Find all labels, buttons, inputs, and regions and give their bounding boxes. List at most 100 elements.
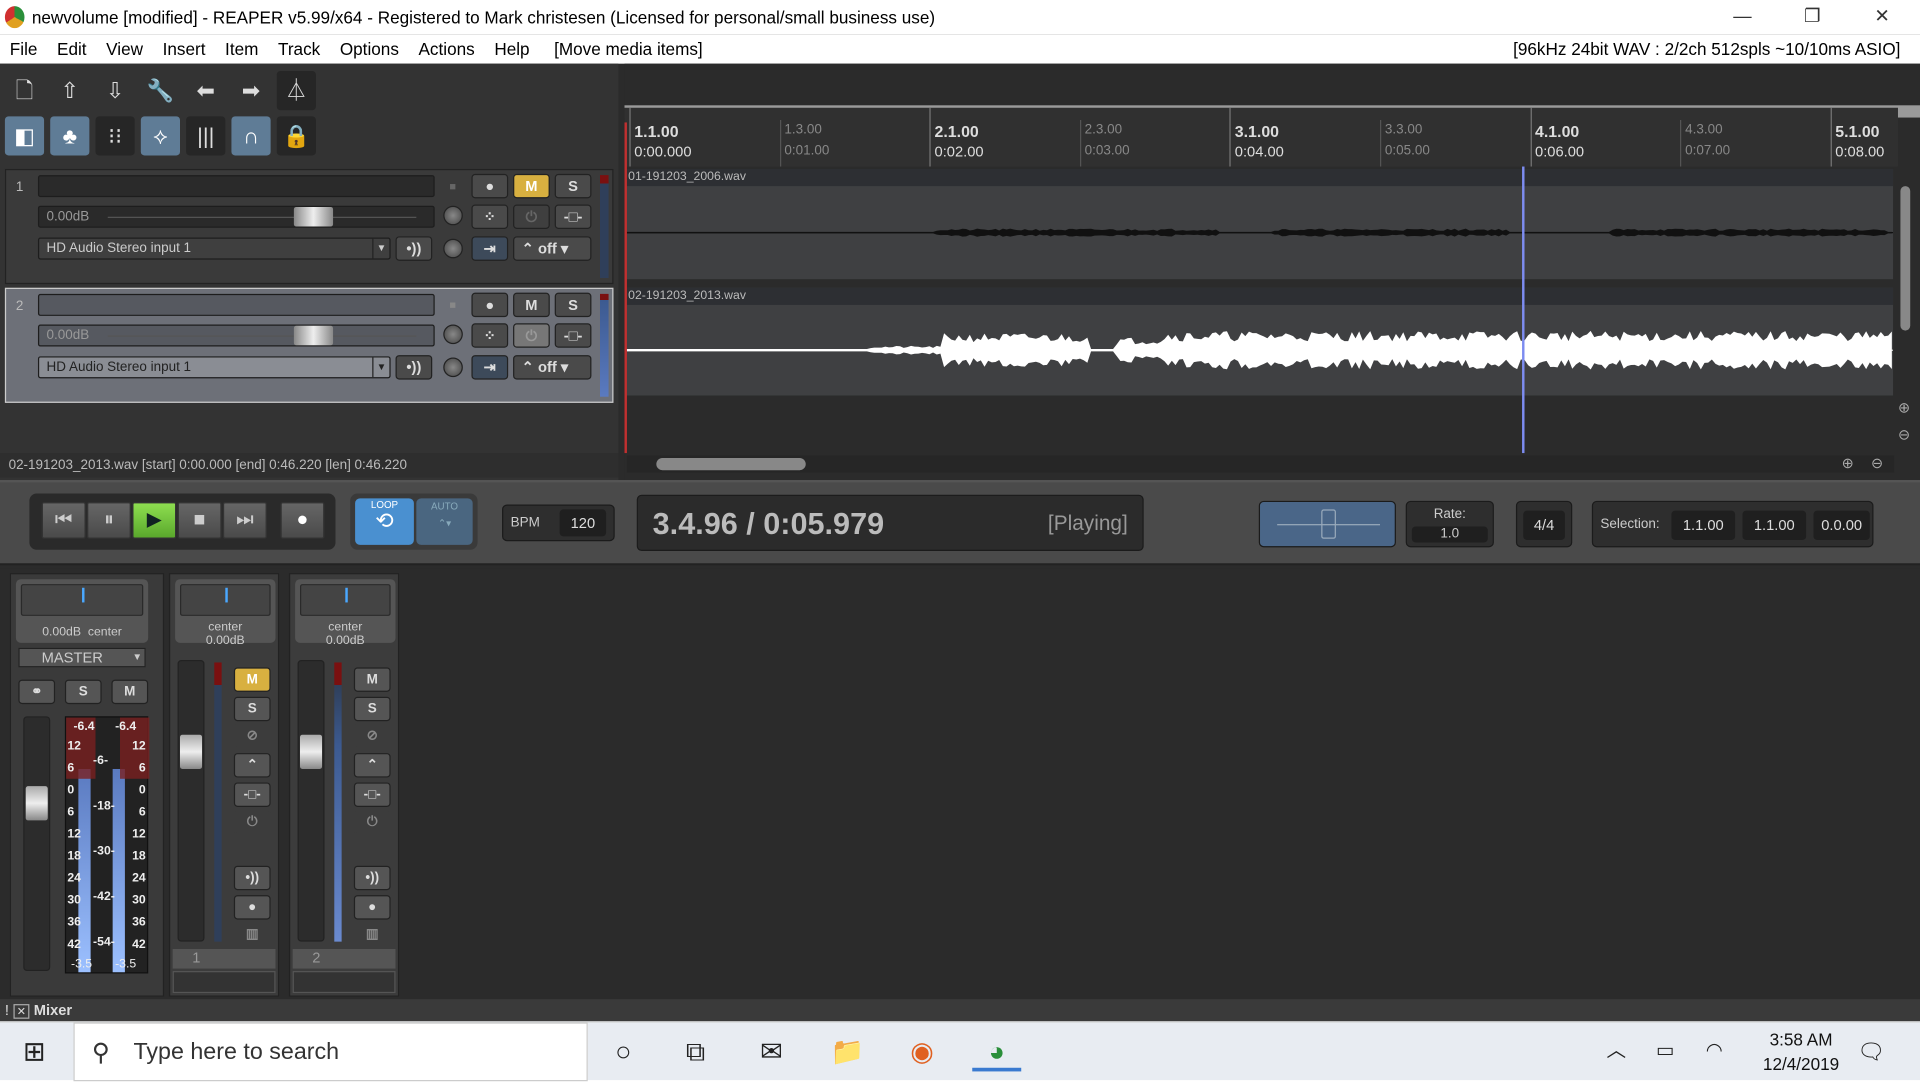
master-fader[interactable] [23,716,51,972]
fx-button[interactable]: ⁘ [471,204,509,229]
monitor-icon[interactable]: •)) [395,236,433,261]
channel-fader[interactable] [177,660,205,942]
horizontal-scrollbar[interactable]: ⊕ ⊖ [626,454,1895,473]
pan-knob[interactable] [443,205,463,226]
auto-button[interactable]: AUTO ⌃▾ [416,498,473,545]
lock-icon[interactable]: 🔒 [276,116,316,156]
fader-cap[interactable] [300,734,323,769]
record-arm-button[interactable]: ● [353,895,391,920]
volume-knob[interactable] [293,325,334,346]
record-arm-button[interactable]: ● [233,895,271,920]
io-routing-icon[interactable]: -□- [554,204,592,229]
mixer-docker-tab[interactable]: ! ✕ Mixer [0,999,1920,1022]
menu-actions[interactable]: Actions [418,39,474,59]
menu-insert[interactable]: Insert [163,39,206,59]
minimize-button[interactable]: — [1714,0,1770,34]
record-input-icon[interactable]: ⇥ [471,236,509,261]
fader-cap[interactable] [180,734,203,769]
media-item-2[interactable]: 02-191203_2013.wav [624,287,1894,396]
folder-icon[interactable]: ■ [449,180,456,192]
pause-button[interactable]: ⏸ [86,502,132,539]
menu-help[interactable]: Help [494,39,529,59]
track-name-field[interactable] [37,293,435,316]
taskbar-search[interactable]: ⚲ Type here to search [73,1022,588,1082]
monitor-icon[interactable]: •)) [233,865,271,891]
mute-button[interactable]: M [353,667,391,692]
battery-icon[interactable]: ▭ [1641,1032,1690,1071]
peak-right[interactable]: -6.4 [115,720,136,733]
envelope-move-icon[interactable]: ⟡ [140,116,181,156]
item-grouping-icon[interactable]: ♣ [50,116,90,156]
selection-length[interactable]: 0.0.00 [1813,510,1870,541]
master-name[interactable]: MASTER ▼ [18,647,146,668]
close-docker-icon[interactable]: ✕ [13,1004,30,1019]
clock[interactable]: 3:58 AM 12/4/2019 [1763,1027,1839,1076]
open-project-icon[interactable]: ⇧ [50,71,89,110]
volume-slider[interactable]: 0.00dB [37,324,435,347]
phase-invert-icon[interactable]: ⊘ [353,723,391,749]
envelope-icon[interactable]: ⌃ [233,753,271,778]
playrate-slider[interactable] [1258,500,1396,548]
selection-start[interactable]: 1.1.00 [1671,510,1736,541]
automation-mode-button[interactable]: ⌃ off ▾ [513,355,592,380]
fader-cap[interactable] [25,786,48,821]
firefox-icon[interactable]: ◉ [898,1032,947,1071]
wifi-icon[interactable]: ◠ [1690,1032,1739,1071]
folder-icon[interactable]: ■ [449,299,456,311]
record-button[interactable]: ● [280,502,325,539]
docker-menu-icon[interactable]: ! [5,1002,9,1019]
phase-invert-icon[interactable]: ⊘ [233,723,271,749]
mute-button[interactable]: M [513,173,550,199]
monitor-icon[interactable]: •)) [395,355,433,380]
pan-slider[interactable] [300,584,391,616]
record-input-icon[interactable]: ⇥ [471,355,509,380]
scroll-thumb[interactable] [1900,186,1911,331]
track-1[interactable]: 1 0.00dB HD Audio Stereo input 1 ▼ ■ ● M … [4,168,614,285]
pan-knob[interactable] [443,324,463,345]
master-solo-button[interactable]: S [64,679,102,705]
go-to-end-button[interactable]: ⏭ [222,502,267,539]
solo-button[interactable]: S [233,696,271,722]
mute-button[interactable]: M [513,292,550,318]
media-item-1[interactable]: 01-191203_2006.wav [624,168,1894,280]
bpm-value[interactable]: 120 [559,509,607,537]
channel-name-field[interactable] [172,971,276,994]
rate-box[interactable]: Rate: 1.0 [1405,500,1494,548]
io-routing-icon[interactable]: -□- [554,323,592,348]
time-signature-box[interactable]: 4/4 [1515,500,1573,548]
envelope-icon[interactable]: ⌃ [353,753,391,778]
zoom-out-icon[interactable]: ⊖ [1871,454,1883,471]
task-view-icon[interactable]: ⧉ [671,1032,720,1071]
track-name-field[interactable] [37,175,435,198]
mail-icon[interactable]: ✉ [747,1032,796,1071]
channel-name-field[interactable] [292,971,396,994]
menu-view[interactable]: View [106,39,143,59]
menu-options[interactable]: Options [340,39,399,59]
time-display[interactable]: 3.4.96 / 0:05.979 [Playing] [636,494,1144,552]
automation-mode-button[interactable]: ⌃ off ▾ [513,236,592,261]
volume-slider[interactable]: 0.00dB [37,205,435,228]
cortana-icon[interactable]: ○ [599,1032,648,1071]
input-fx-icon[interactable]: ▥ [233,922,271,947]
windows-start-icon[interactable]: ⊞ [10,1032,59,1071]
scroll-thumb[interactable] [656,457,806,471]
input-knob[interactable] [443,357,463,378]
track-2[interactable]: 2 0.00dB HD Audio Stereo input 1 ▼ ■ ● M … [4,287,614,403]
close-button[interactable]: ✕ [1854,0,1910,34]
io-routing-icon[interactable]: -□- [353,782,391,807]
selection-end[interactable]: 1.1.00 [1742,510,1807,541]
mute-button[interactable]: M [233,667,271,692]
timeline-ruler[interactable]: 1.1.00 0:00.000 1.3.00 0:01.00 2.1.00 0:02.00… [624,107,1898,167]
peak-left[interactable]: -6.4 [73,720,94,733]
file-explorer-icon[interactable]: 📁 [823,1032,872,1071]
menu-edit[interactable]: Edit [57,39,87,59]
show-hidden-icons[interactable]: ︿ [1592,1032,1641,1071]
grid-icon[interactable]: ⁝⁝ [95,116,135,156]
new-project-icon[interactable]: 🗋 [5,71,44,110]
pan-slider[interactable] [20,584,144,616]
volume-knob[interactable] [293,206,334,227]
restore-button[interactable]: ❐ [1784,0,1840,34]
pan-slider[interactable] [180,584,271,616]
loop-button[interactable]: LOOP ⟲ [355,498,414,545]
fx-bypass-icon[interactable]: ⏻ [513,204,550,229]
